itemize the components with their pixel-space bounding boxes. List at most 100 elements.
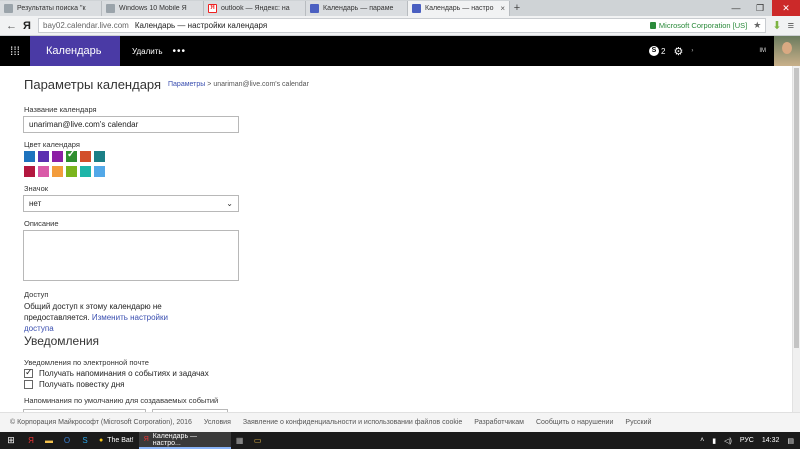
calendar-color-label: Цвет календаря [24,140,80,149]
color-swatch[interactable] [80,166,91,177]
close-tab-icon[interactable]: × [500,4,505,13]
reminders-checkbox[interactable] [24,367,33,378]
description-label: Описание [24,219,59,228]
system-tray: ˄ ▮ ◁) РУС 14:32 ▤ [700,437,800,445]
browser-tab-3[interactable]: Я outlook — Яндекс: на [204,1,306,16]
bookmark-star-icon[interactable]: ★ [753,20,761,31]
calendar-icon [310,4,319,13]
start-button[interactable]: ⊞ [0,432,22,449]
tab-label: outlook — Яндекс: на [221,5,290,12]
yandex-icon: Я [143,436,149,443]
header-right: S 2 ⚙ › IM [649,36,800,66]
notifications-icon[interactable]: ▤ [787,437,794,445]
maximize-icon[interactable]: ❐ [748,0,772,16]
default-reminders-label: Напоминания по умолчанию для создаваемых… [24,396,219,405]
avatar[interactable] [774,36,800,66]
reminders-checkbox-label: Получать напоминания о событиях и задача… [39,369,209,378]
color-swatch[interactable] [66,166,77,177]
network-icon[interactable]: ▮ [712,437,716,445]
breadcrumb-link-settings[interactable]: Параметры [168,81,205,88]
page-icon [4,4,13,13]
footer-language-link[interactable]: Русский [625,419,651,426]
certificate-owner: Microsoft Corporation [US] [658,21,748,30]
delete-button[interactable]: Удалить [132,47,163,56]
taskbar-the-bat[interactable]: ● The Bat! [94,432,139,449]
yandex-logo-icon[interactable]: Я [22,20,32,32]
color-swatch[interactable] [24,166,35,177]
more-options-button[interactable]: ••• [173,46,187,57]
taskbar-browser-label: Календарь — настро... [152,432,198,447]
browser-menu-icon[interactable]: ≡ [788,20,794,32]
footer-terms-link[interactable]: Условия [204,419,231,426]
outlook-icon[interactable]: O [58,432,76,449]
color-swatch[interactable] [94,166,105,177]
skype-app-icon[interactable]: S [76,432,94,449]
keyboard-language[interactable]: РУС [740,437,754,444]
page-title: Параметры календаря [24,77,162,92]
color-swatch[interactable] [94,151,105,162]
access-text: Общий доступ к этому календарю не предос… [24,301,184,334]
agenda-checkbox-label: Получать повестку дня [39,380,125,389]
scrollbar-thumb[interactable] [794,68,799,348]
tab-label: Календарь — настро [425,5,494,12]
tab-label: Windows 10 Mobile Я [119,5,187,12]
taskbar: ⊞ Я ▬ O S ● The Bat! Я Календарь — настр… [0,432,800,449]
yandex-browser-icon[interactable]: Я [22,432,40,449]
color-swatch[interactable] [24,151,35,162]
icon-select-value: нет [29,199,42,208]
browser-tab-4[interactable]: Календарь — парамe [306,1,408,16]
close-window-icon[interactable]: ✕ [772,0,800,16]
agenda-checkbox-row[interactable]: Получать повестку дня [24,380,124,389]
store-icon[interactable]: ▦ [231,432,249,449]
footer-privacy-link[interactable]: Заявление о конфиденциальности и использ… [243,419,462,426]
minimize-icon[interactable]: — [724,0,748,16]
agenda-checkbox[interactable] [24,380,33,389]
tray-arrow-icon[interactable]: ˄ [700,437,704,444]
footer-report-link[interactable]: Сообщить о нарушении [536,419,613,426]
taskbar-browser[interactable]: Я Календарь — настро... [138,432,231,449]
breadcrumb-current: unariman@live.com's calendar [213,81,309,88]
calendar-name-input[interactable] [23,116,239,133]
skype-button[interactable]: S 2 [649,46,665,56]
new-tab-button[interactable]: + [510,1,524,16]
browser-tab-strip: Результаты поиска "к Windows 10 Mobile Я… [0,0,800,16]
browser-tab-1[interactable]: Результаты поиска "к [0,1,102,16]
browser-tab-5-active[interactable]: Календарь — настро × [408,1,510,16]
back-icon[interactable]: ← [6,20,17,32]
gear-icon[interactable]: ⚙ [673,45,683,58]
color-swatch[interactable] [80,151,91,162]
color-swatches [24,149,114,177]
icon-select[interactable]: нет ⌄ [23,195,239,212]
app-launcher-icon[interactable]: ⁞⁞⁞ [0,36,30,66]
app-name[interactable]: Календарь [30,36,120,66]
certificate-badge[interactable]: Microsoft Corporation [US] [649,21,748,30]
footer-developers-link[interactable]: Разработчикам [474,419,524,426]
description-textarea[interactable] [23,230,239,281]
clock[interactable]: 14:32 [762,437,780,444]
reminders-checkbox-row[interactable]: Получать напоминания о событиях и задача… [24,367,209,378]
explorer-icon[interactable]: ▭ [249,432,267,449]
user-name[interactable]: › [691,48,751,54]
folder-icon[interactable]: ▬ [40,432,58,449]
tab-label: Результаты поиска "к [17,5,86,12]
url-field[interactable]: bay02.calendar.live.com Календарь — наст… [38,18,767,33]
color-swatch[interactable] [52,166,63,177]
url-page-title: Календарь — настройки календаря [134,21,268,30]
footer-copyright: © Корпорация Майкрософт (Microsoft Corpo… [10,419,192,426]
calendar-icon [412,4,421,13]
scrollbar[interactable] [792,66,800,412]
color-swatch[interactable] [38,166,49,177]
browser-tab-2[interactable]: Windows 10 Mobile Я [102,1,204,16]
download-icon[interactable]: ⬇ [772,19,781,32]
volume-icon[interactable]: ◁) [724,437,732,445]
bat-icon: ● [99,437,104,444]
skype-icon: S [649,46,659,56]
app-header: ⁞⁞⁞ Календарь Удалить ••• S 2 ⚙ › IM [0,36,800,66]
window-controls: — ❐ ✕ [724,0,800,16]
access-label: Доступ [24,290,49,299]
color-swatch[interactable] [66,149,77,162]
color-swatch[interactable] [52,151,63,162]
color-swatch[interactable] [38,151,49,162]
page-icon [106,4,115,13]
settings-content: Параметры календаря Параметры > unariman… [0,66,800,413]
